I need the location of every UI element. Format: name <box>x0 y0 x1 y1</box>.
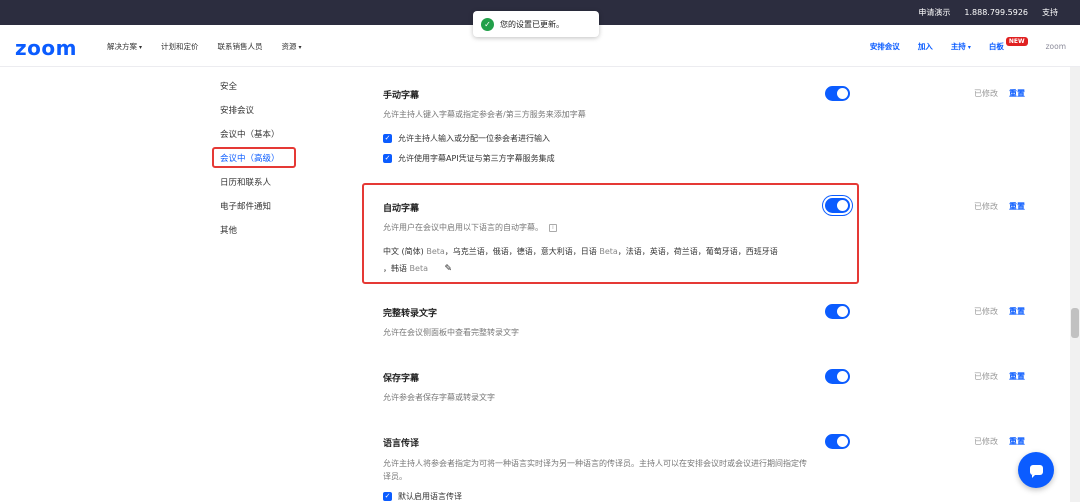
beta-tag: Beta <box>599 247 618 256</box>
reset-button[interactable]: 重置 <box>1009 371 1025 382</box>
toggle-knob <box>837 436 848 447</box>
sidebar-item-email-notifications[interactable]: 电子邮件通知 <box>220 198 340 222</box>
toggle-auto-captions[interactable] <box>825 198 850 213</box>
sidebar-item-calendar-contacts[interactable]: 日历和联系人 <box>220 174 340 198</box>
language-list-end: ，法语，英语，荷兰语，葡萄牙语，西班牙语 <box>617 247 778 256</box>
setting-description-text: 允许用户在会议中启用以下语言的自动字幕。 <box>383 223 543 232</box>
beta-tag: Beta <box>409 264 428 273</box>
modified-label: 已修改 <box>974 437 998 446</box>
setting-language-interpretation: 语言传译 允许主持人将参会者指定为可将一种语言实时译为另一种语言的传译员。主持人… <box>383 436 853 502</box>
checkbox-label: 允许使用字幕API凭证与第三方字幕服务集成 <box>398 154 555 163</box>
chat-bubble-icon <box>1029 465 1043 478</box>
setting-title: 自动字幕 <box>383 204 420 214</box>
chat-support-button[interactable] <box>1018 452 1054 488</box>
page-scrollbar[interactable] <box>1070 67 1080 502</box>
settings-updated-toast: ✓ 您的设置已更新。 <box>473 11 599 37</box>
toggle-knob <box>837 200 848 211</box>
language-korean: ，韩语 <box>383 264 407 273</box>
nav-left-menu: 解决方案 ▾ 计划和定价 联系销售人员 资源 ▾ <box>107 25 302 67</box>
request-demo-link[interactable]: 申请演示 <box>918 7 950 18</box>
checkbox-allow-host-type[interactable]: ✓ 允许主持人输入或分配一位参会者进行输入 <box>383 133 853 144</box>
reset-button[interactable]: 重置 <box>1009 201 1025 212</box>
checkbox-checked-icon: ✓ <box>383 492 392 501</box>
info-icon[interactable]: i <box>549 223 557 232</box>
setting-title: 保存字幕 <box>383 374 420 384</box>
setting-description: 允许在会议侧面板中查看完整转录文字 <box>383 328 519 337</box>
nav-join[interactable]: 加入 <box>918 41 933 52</box>
beta-tag: Beta <box>426 247 445 256</box>
toggle-save-captions[interactable] <box>825 369 850 384</box>
setting-save-captions: 保存字幕 允许参会者保存字幕或转录文字 <box>383 371 853 403</box>
nav-host[interactable]: 主持 ▾ <box>951 41 971 52</box>
chevron-down-icon: ▾ <box>139 43 143 51</box>
nav-zoom-app-link[interactable]: zoom <box>1046 42 1066 51</box>
auto-caption-languages: 中文 (简体) Beta，乌克兰语，俄语，德语，意大利语，日语 Beta，法语，… <box>383 243 823 278</box>
utility-links: 申请演示 1.888.799.5926 支持 <box>918 0 1058 25</box>
reset-button[interactable]: 重置 <box>1009 88 1025 99</box>
setting-manual-captions: 手动字幕 允许主持人键入字幕或指定参会者/第三方服务来添加字幕 ✓ 允许主持人输… <box>383 88 853 164</box>
nav-resources[interactable]: 资源 ▾ <box>282 41 302 52</box>
setting-description: 允许主持人键入字幕或指定参会者/第三方服务来添加字幕 <box>383 110 586 119</box>
scrollbar-thumb[interactable] <box>1071 308 1079 338</box>
sidebar-item-security[interactable]: 安全 <box>220 78 340 102</box>
check-circle-icon: ✓ <box>481 17 494 31</box>
nav-whiteboard-label: 白板 <box>988 41 1004 51</box>
toggle-manual-captions[interactable] <box>825 86 850 101</box>
sidebar-active-highlight <box>212 147 296 168</box>
modified-label: 已修改 <box>974 372 998 381</box>
toggle-knob <box>837 371 848 382</box>
phone-number-link[interactable]: 1.888.799.5926 <box>964 8 1028 17</box>
sidebar-item-schedule-meeting[interactable]: 安排会议 <box>220 102 340 126</box>
toggle-knob <box>837 88 848 99</box>
modified-label: 已修改 <box>974 202 998 211</box>
toast-message: 您的设置已更新。 <box>500 19 564 29</box>
toggle-full-transcript[interactable] <box>825 304 850 319</box>
toggle-language-interpretation[interactable] <box>825 434 850 449</box>
reset-button[interactable]: 重置 <box>1009 436 1025 447</box>
setting-title: 手动字幕 <box>383 91 420 101</box>
modified-label: 已修改 <box>974 307 998 316</box>
new-badge: NEW <box>1005 36 1028 46</box>
chevron-down-icon: ▾ <box>298 43 302 51</box>
checkbox-checked-icon: ✓ <box>383 154 392 163</box>
checkbox-label: 默认启用语言传译 <box>398 492 462 501</box>
nav-pricing[interactable]: 计划和定价 <box>161 41 199 52</box>
nav-right-menu: 安排会议 加入 主持 ▾ 白板NEW zoom <box>870 25 1066 67</box>
setting-full-transcript: 完整转录文字 允许在会议侧面板中查看完整转录文字 <box>383 306 853 338</box>
language-chinese: 中文 (简体) <box>383 247 424 256</box>
sidebar-item-other[interactable]: 其他 <box>220 222 340 246</box>
setting-description: 允许主持人将参会者指定为可将一种语言实时译为另一种语言的传译员。主持人可以在安排… <box>383 459 807 481</box>
zoom-logo[interactable]: zoom <box>15 36 77 60</box>
nav-host-label: 主持 <box>950 41 966 51</box>
language-list-mid: ，乌克兰语，俄语，德语，意大利语，日语 <box>444 247 597 256</box>
reset-button[interactable]: 重置 <box>1009 306 1025 317</box>
nav-solutions-label: 解决方案 <box>107 41 137 51</box>
toggle-knob <box>837 306 848 317</box>
setting-description: 允许参会者保存字幕或转录文字 <box>383 393 495 402</box>
nav-resources-label: 资源 <box>281 41 297 51</box>
checkbox-allow-caption-api[interactable]: ✓ 允许使用字幕API凭证与第三方字幕服务集成 <box>383 153 853 164</box>
edit-pencil-icon[interactable]: ✎ <box>445 261 453 278</box>
setting-title: 完整转录文字 <box>383 309 438 319</box>
nav-solutions[interactable]: 解决方案 ▾ <box>107 41 142 52</box>
setting-description: 允许用户在会议中启用以下语言的自动字幕。 i <box>383 222 853 233</box>
setting-auto-captions: 自动字幕 允许用户在会议中启用以下语言的自动字幕。 i 中文 (简体) Beta，… <box>383 201 853 278</box>
chevron-down-icon: ▾ <box>967 43 971 51</box>
nav-whiteboard[interactable]: 白板NEW <box>988 36 1028 52</box>
checkbox-default-interpretation[interactable]: ✓ 默认启用语言传译 <box>383 491 853 502</box>
setting-title: 语言传译 <box>383 439 420 449</box>
nav-contact-sales[interactable]: 联系销售人员 <box>218 41 263 52</box>
nav-schedule-meeting[interactable]: 安排会议 <box>870 41 900 52</box>
modified-label: 已修改 <box>974 89 998 98</box>
support-link[interactable]: 支持 <box>1042 7 1058 18</box>
checkbox-label: 允许主持人输入或分配一位参会者进行输入 <box>398 134 550 143</box>
checkbox-checked-icon: ✓ <box>383 134 392 143</box>
